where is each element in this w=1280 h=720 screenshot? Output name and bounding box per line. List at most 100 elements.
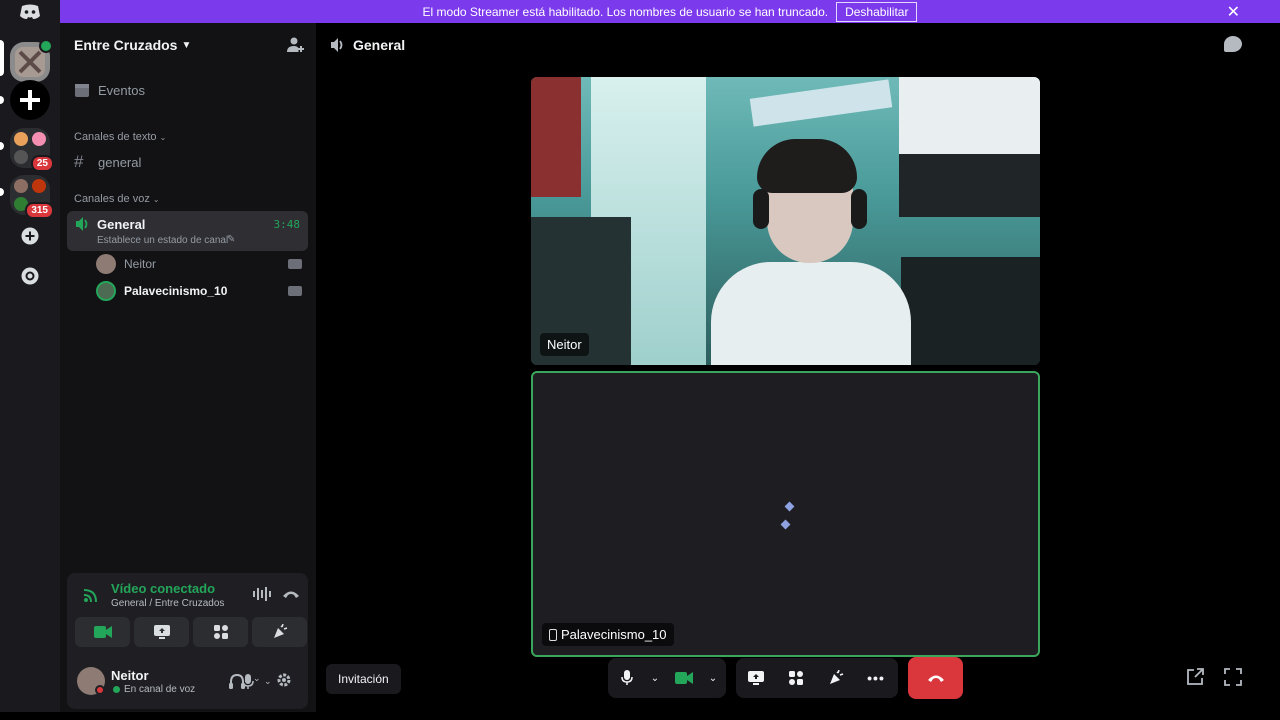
disable-streamer-mode-button[interactable]: Deshabilitar (836, 1, 918, 22)
screen-share-button[interactable] (736, 658, 776, 698)
popout-icon[interactable] (1186, 668, 1204, 686)
more-options-button[interactable]: ••• (856, 658, 896, 698)
voice-channel-general[interactable]: General Establece un estado de canal ✎ 3… (67, 211, 308, 251)
ellipsis-icon: ••• (867, 670, 885, 686)
calendar-icon (75, 84, 89, 97)
activities-button[interactable] (776, 658, 816, 698)
microphone-button[interactable] (608, 658, 646, 698)
disconnect-icon[interactable] (282, 589, 300, 599)
hashtag-icon: # (74, 152, 84, 171)
invite-people-icon[interactable] (286, 36, 304, 54)
server-logo-item[interactable] (10, 80, 50, 120)
folder-server-icon (14, 179, 28, 193)
activities-icon (213, 625, 228, 639)
unread-pill (0, 142, 4, 150)
disconnect-button[interactable] (908, 657, 963, 699)
soundboard-button[interactable] (252, 617, 307, 647)
camera-options-button[interactable]: ⌄ (704, 658, 722, 698)
flag-shape (899, 77, 1040, 217)
streamer-mode-banner: El modo Streamer está habilitado. Los no… (60, 0, 1280, 23)
activities-icon (789, 671, 803, 685)
unread-pill (0, 96, 4, 104)
soundboard-button[interactable] (816, 658, 856, 698)
hair-shape (757, 139, 857, 193)
soundboard-icon (830, 670, 844, 684)
jersey-shape (531, 77, 581, 197)
channel-status[interactable]: Establece un estado de canal (97, 235, 228, 246)
camera-button[interactable] (664, 658, 704, 698)
voice-status-icon (113, 686, 120, 693)
add-icon (21, 227, 39, 245)
participant-name-tag: Neitor (540, 333, 589, 356)
channel-item-general[interactable]: # general (68, 151, 308, 173)
activities-button[interactable] (193, 617, 248, 647)
server-folder-1[interactable]: 25 (10, 128, 54, 172)
connection-status: Vídeo conectado (111, 581, 216, 596)
channel-sidebar: Entre Cruzados ▼ Eventos Canales de text… (60, 23, 316, 712)
call-controls: Invitación ⌄ ⌄ ••• (316, 656, 1280, 700)
invite-button[interactable]: Invitación (326, 664, 401, 694)
chevron-down-icon: ⌄ (159, 132, 167, 142)
participant-name-tag: Palavecinismo_10 (542, 623, 674, 646)
voice-channel-name: General (97, 217, 146, 232)
chevron-down-icon[interactable]: ⌄ (253, 673, 261, 684)
events-item[interactable]: Eventos (68, 79, 308, 101)
chevron-down-icon: ⌄ (152, 194, 160, 204)
microphone-icon (621, 670, 633, 685)
unread-pill (0, 188, 4, 196)
headphone-band-shape (851, 189, 867, 229)
noise-suppression-icon[interactable] (305, 587, 306, 588)
video-camera-icon (93, 626, 112, 638)
avatar (96, 254, 116, 274)
video-icon (288, 259, 302, 269)
fullscreen-icon[interactable] (1224, 668, 1242, 686)
mic-options-button[interactable]: ⌄ (646, 658, 664, 698)
video-tile[interactable]: Neitor (531, 77, 1040, 365)
voice-channels-category[interactable]: Canales de voz ⌄ (68, 191, 308, 207)
voice-connection-panel: Vídeo conectado General / Entre Cruzados (67, 573, 308, 655)
camera-toggle-button[interactable] (75, 617, 130, 647)
headphone-band-shape (753, 189, 769, 229)
mention-badge: 25 (30, 155, 54, 172)
gear-icon[interactable] (276, 672, 292, 688)
discord-home-button[interactable] (10, 0, 50, 32)
mic-camera-group: ⌄ ⌄ (608, 658, 726, 698)
hang-up-icon (927, 675, 944, 682)
voice-member[interactable]: Neitor (96, 252, 306, 276)
discord-logo-icon (20, 4, 40, 19)
participant-name: Neitor (547, 337, 582, 352)
video-camera-icon (675, 672, 693, 684)
server-header[interactable]: Entre Cruzados ▼ (60, 23, 316, 67)
events-label: Eventos (98, 82, 145, 98)
chevron-down-icon[interactable]: ⌄ (264, 676, 272, 687)
user-name[interactable]: Neitor (111, 668, 149, 683)
discover-button[interactable] (10, 256, 50, 296)
server-folder-2[interactable]: 315 (10, 175, 54, 219)
member-name: Palavecinismo_10 (124, 284, 228, 298)
chevron-down-icon: ▼ (181, 39, 192, 51)
chat-bubble-icon[interactable] (1224, 36, 1242, 52)
speaker-icon (331, 38, 343, 52)
server-entre-cruzados[interactable] (10, 39, 53, 82)
video-icon (288, 286, 302, 296)
pencil-icon[interactable]: ✎ (227, 234, 235, 245)
channel-header: General (316, 23, 1280, 67)
user-panel: Neitor En canal de voz ⌄ (67, 655, 308, 709)
bed-shape (901, 257, 1040, 365)
add-server-button[interactable] (10, 216, 50, 256)
screen-share-button[interactable] (134, 617, 189, 647)
server-name: Entre Cruzados (74, 37, 178, 53)
voice-member[interactable]: Palavecinismo_10 (96, 279, 306, 303)
signal-icon (83, 589, 97, 603)
connection-location[interactable]: General / Entre Cruzados (111, 598, 224, 609)
video-tile-speaking[interactable]: Palavecinismo_10 (531, 371, 1040, 657)
text-channels-category[interactable]: Canales de texto ⌄ (68, 129, 308, 145)
avatar (96, 281, 116, 301)
folder-server-icon (32, 179, 46, 193)
compass-icon (21, 267, 39, 285)
close-icon[interactable]: ✕ (1227, 2, 1240, 22)
headphones-icon[interactable] (229, 674, 245, 689)
member-name: Neitor (124, 257, 157, 271)
soundwave-icon[interactable] (253, 587, 271, 601)
screen-share-icon (153, 625, 170, 639)
